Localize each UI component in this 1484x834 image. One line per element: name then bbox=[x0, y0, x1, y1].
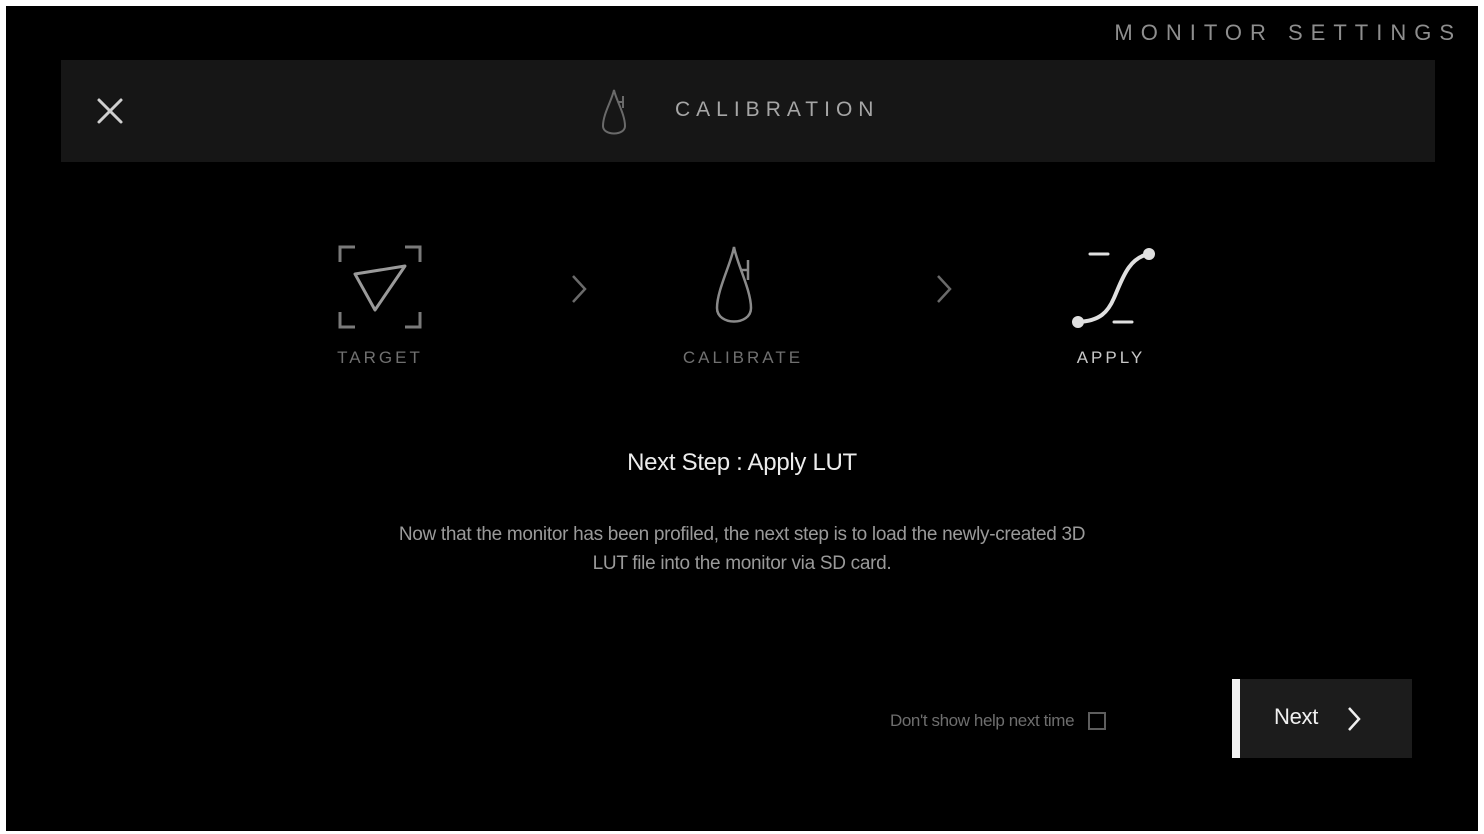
step-target-label: TARGET bbox=[337, 348, 423, 367]
step-calibrate-label: CALIBRATE bbox=[682, 348, 804, 367]
step-apply[interactable]: APPLY bbox=[1021, 242, 1201, 368]
chevron-right-icon bbox=[937, 275, 952, 303]
step-description: Now that the monitor has been profiled, … bbox=[398, 524, 1086, 574]
close-icon bbox=[97, 98, 123, 124]
dont-show-help-checkbox[interactable]: Don't show help next time bbox=[890, 707, 1107, 735]
step-headline: Next Step : Apply LUT bbox=[627, 449, 857, 476]
section-title: MONITOR SETTINGS bbox=[1114, 20, 1462, 45]
calibration-probe-icon bbox=[715, 246, 753, 323]
chevron-right-icon bbox=[1348, 707, 1361, 731]
header-title: CALIBRATION bbox=[675, 98, 880, 121]
monitor-settings-screen: MONITOR SETTINGS CALIBRATION TARGET CALI… bbox=[6, 6, 1478, 831]
lut-curve-icon bbox=[1072, 248, 1155, 328]
step-apply-label: APPLY bbox=[1076, 348, 1146, 367]
step-target[interactable]: TARGET bbox=[290, 242, 470, 368]
chevron-right-icon bbox=[572, 275, 587, 303]
dont-show-help-label: Don't show help next time bbox=[890, 711, 1075, 730]
header-bar: CALIBRATION bbox=[61, 60, 1435, 162]
calibration-probe-icon bbox=[601, 89, 627, 135]
next-button-label: Next bbox=[1274, 704, 1319, 729]
close-button[interactable] bbox=[91, 92, 129, 130]
step-calibrate[interactable]: CALIBRATE bbox=[653, 242, 833, 368]
next-button[interactable]: Next bbox=[1232, 679, 1412, 758]
next-button-accent bbox=[1232, 679, 1240, 758]
checkbox-box[interactable] bbox=[1088, 712, 1107, 730]
target-triangle-icon bbox=[338, 245, 422, 329]
